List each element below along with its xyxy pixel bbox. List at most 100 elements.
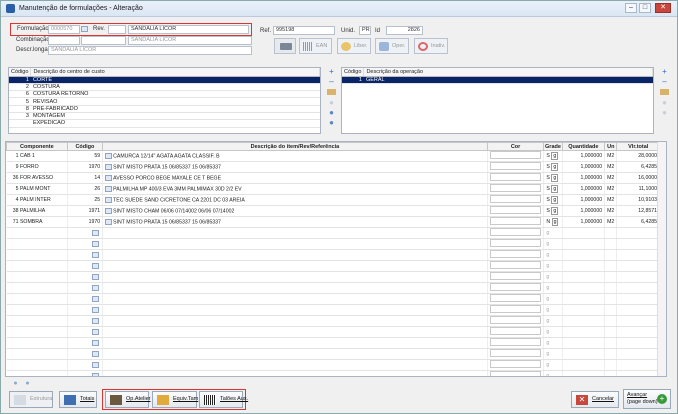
codigo-cell[interactable] [67, 337, 104, 349]
grade-cell[interactable]: g [543, 293, 563, 305]
grade-cell[interactable]: S g [543, 194, 563, 206]
totais-button[interactable]: Totais [59, 391, 97, 408]
grade-toggle[interactable]: g [546, 241, 549, 247]
cor-input[interactable] [489, 305, 542, 313]
cor-cell[interactable] [487, 172, 545, 184]
cor-input[interactable] [489, 316, 542, 324]
item-lookup-icon[interactable] [105, 152, 113, 159]
componente-cell[interactable] [6, 282, 68, 294]
quantidade-cell[interactable]: 1,000000 [562, 205, 606, 217]
cor-input[interactable] [489, 294, 542, 302]
grade-cell[interactable]: g [543, 271, 563, 283]
centro-row[interactable]: 3 MONTAGEM [9, 112, 320, 121]
combinacao-input[interactable] [48, 36, 80, 45]
estrutura-button[interactable]: Estrutura [9, 391, 53, 408]
codigo-cell[interactable]: 25 [67, 194, 104, 206]
cor-cell[interactable] [487, 150, 545, 162]
grid-row[interactable]: 1 CAB 1 59 CAMURCA 12/14" AGATA AGATA CL… [6, 150, 660, 162]
quantidade-cell[interactable] [562, 337, 606, 349]
codigo-cell[interactable] [67, 326, 104, 338]
cor-cell[interactable] [487, 293, 545, 305]
down-icon[interactable]: ● [23, 380, 32, 388]
grade-toggle[interactable]: g [546, 285, 549, 291]
grade-toggle[interactable]: g [551, 163, 559, 171]
up-icon[interactable]: ● [11, 380, 20, 388]
item-lookup-icon[interactable] [92, 229, 100, 236]
item-lookup-icon[interactable] [105, 196, 113, 203]
cor-input[interactable] [489, 239, 542, 247]
grade-cell[interactable]: g [543, 238, 563, 250]
grade-toggle[interactable]: g [551, 152, 559, 160]
oper-button[interactable]: Oper. [375, 38, 409, 54]
codigo-cell[interactable]: 14 [67, 172, 104, 184]
quantidade-cell[interactable]: 1,000000 [562, 216, 606, 228]
grade-cell[interactable]: g [543, 359, 563, 371]
grade-cell[interactable]: S g [543, 172, 563, 184]
rev-input[interactable] [108, 25, 126, 34]
grid-row[interactable]: g [6, 315, 660, 327]
grid-row[interactable]: g [6, 282, 660, 294]
grid-row[interactable]: g [6, 304, 660, 316]
grade-toggle[interactable]: g [551, 185, 559, 193]
item-lookup-icon[interactable] [105, 207, 113, 214]
descricao-cell[interactable] [102, 293, 488, 305]
centro-row[interactable]: 8 PRE-FABRICADO [9, 105, 320, 114]
componente-cell[interactable]: 36 FOR AVESSO [6, 172, 68, 184]
componente-cell[interactable] [6, 304, 68, 316]
componente-cell[interactable]: 4 PALM INTER [6, 194, 68, 206]
descricao-cell[interactable]: PALMILHA MP 400/3 EVA 3MM PALMIMAX 30D 2… [102, 183, 488, 195]
codigo-cell[interactable] [67, 249, 104, 261]
descricao-cell[interactable]: SINT MISTO CHAM 06/06 07/14002 06/06 07/… [102, 205, 488, 217]
grid-row[interactable]: g [6, 348, 660, 360]
cor-input[interactable] [489, 217, 542, 225]
cor-input[interactable] [489, 283, 542, 291]
componente-cell[interactable]: 71 SOMBRA [6, 216, 68, 228]
cor-cell[interactable] [487, 326, 545, 338]
descricao-cell[interactable] [102, 238, 488, 250]
cor-cell[interactable] [487, 348, 545, 360]
item-lookup-icon[interactable] [92, 306, 100, 313]
quantidade-cell[interactable]: 1,000000 [562, 150, 606, 162]
descricao-cell[interactable] [102, 249, 488, 261]
quantidade-cell[interactable]: 1,000000 [562, 183, 606, 195]
grade-toggle[interactable]: g [546, 373, 549, 376]
quantidade-cell[interactable] [562, 348, 606, 360]
quantidade-cell[interactable]: 1,000000 [562, 161, 606, 173]
quantidade-cell[interactable] [562, 370, 606, 376]
cor-cell[interactable] [487, 161, 545, 173]
close-button[interactable]: ✕ [655, 3, 671, 13]
descricao-cell[interactable] [102, 370, 488, 376]
descricao-cell[interactable]: CAMURCA 12/14" AGATA AGATA CLASSIF. B [102, 150, 488, 162]
cor-cell[interactable] [487, 271, 545, 283]
descricao-cell[interactable]: TEC SUEDE SAND C/CRETONE CA 2201 DC 03 A… [102, 194, 488, 206]
componente-cell[interactable] [6, 315, 68, 327]
componente-cell[interactable] [6, 359, 68, 371]
grade-toggle[interactable]: g [551, 207, 559, 215]
cor-input[interactable] [489, 162, 542, 170]
folder-op-icon[interactable] [660, 89, 669, 95]
item-lookup-icon[interactable] [92, 284, 100, 291]
add-operacao-icon[interactable]: + [660, 68, 669, 76]
grid-row[interactable]: g [6, 249, 660, 261]
grid-row[interactable]: g [6, 359, 660, 371]
descricao-cell[interactable] [102, 227, 488, 239]
cor-input[interactable] [489, 173, 542, 181]
codigo-cell[interactable] [67, 293, 104, 305]
codigo-cell[interactable] [67, 227, 104, 239]
descricao-cell[interactable] [102, 315, 488, 327]
descricao-cell[interactable] [102, 282, 488, 294]
grade-toggle[interactable]: g [551, 218, 559, 226]
quantidade-cell[interactable] [562, 249, 606, 261]
grid-row[interactable]: g [6, 293, 660, 305]
item-lookup-icon[interactable] [92, 372, 100, 376]
move-down-op-icon[interactable]: ● [660, 109, 669, 117]
codigo-cell[interactable]: 1971 [67, 205, 104, 217]
cor-input[interactable] [489, 338, 542, 346]
componente-cell[interactable] [6, 337, 68, 349]
quantidade-cell[interactable] [562, 271, 606, 283]
grade-cell[interactable]: S g [543, 161, 563, 173]
item-lookup-icon[interactable] [92, 339, 100, 346]
folder-icon[interactable] [327, 89, 336, 95]
quantidade-cell[interactable]: 1,000000 [562, 172, 606, 184]
equiv-tam-button[interactable]: Equiv.Tam [152, 391, 198, 408]
